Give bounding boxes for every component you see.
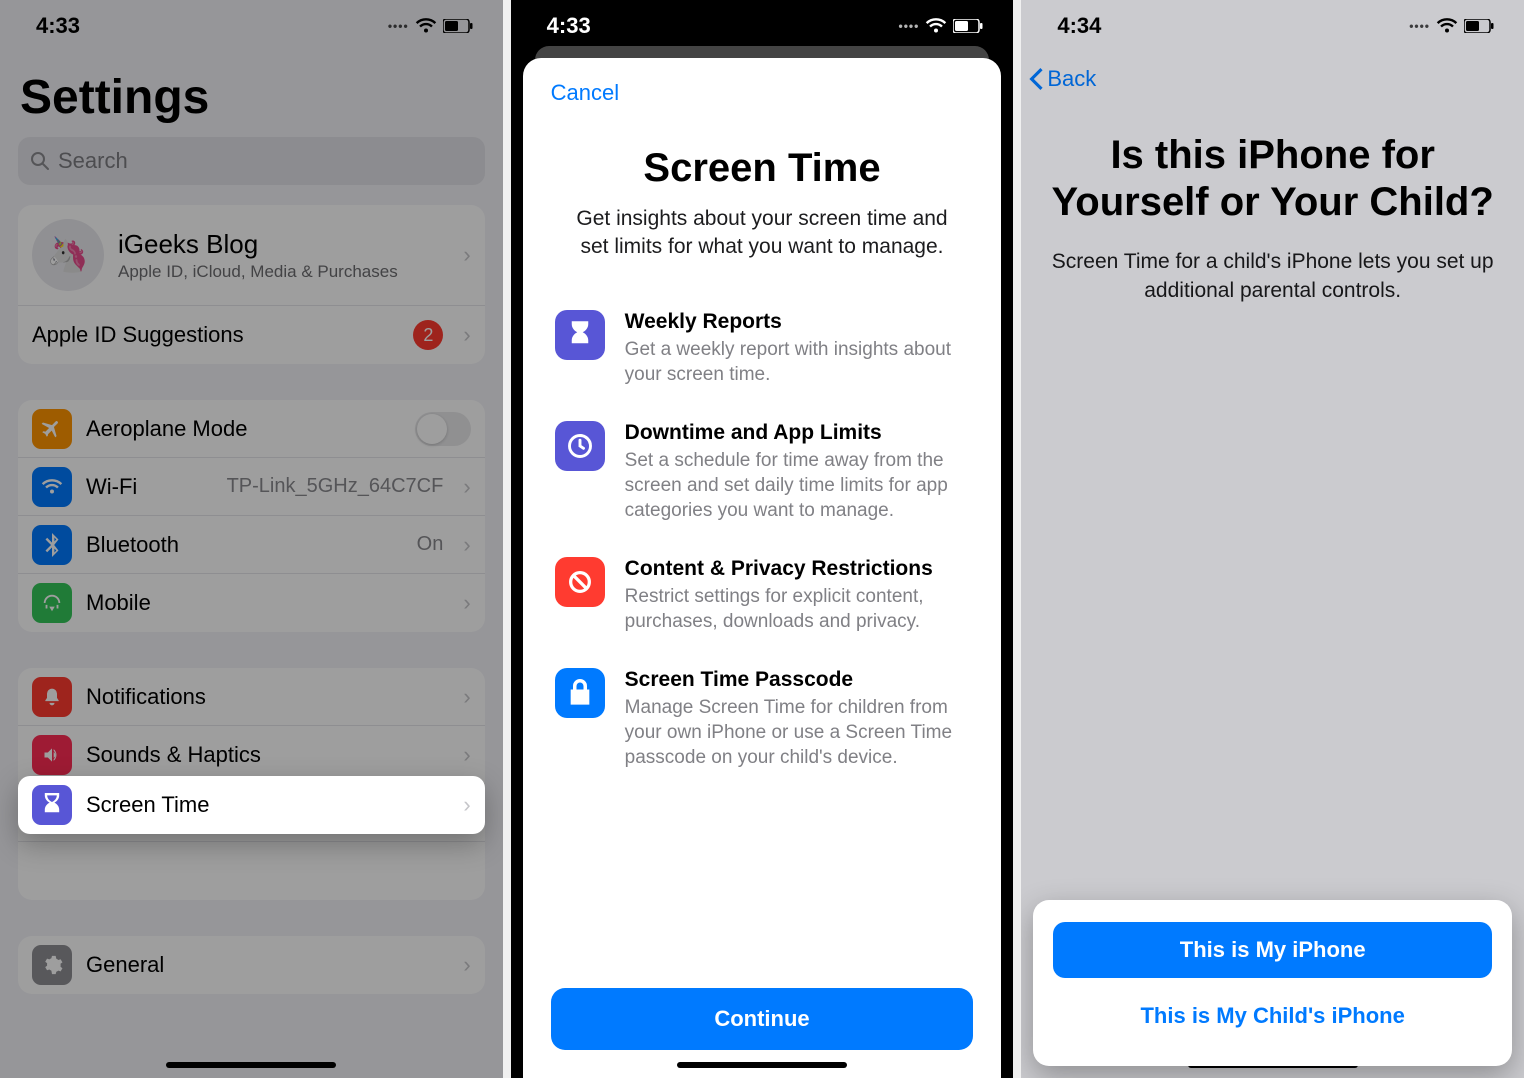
- screentime-intro-screen: 4:33 •••• Cancel Screen Time Get insight…: [511, 0, 1014, 1078]
- feature-content-privacy: Content & Privacy Restrictions Restrict …: [555, 557, 970, 634]
- status-time: 4:33: [547, 13, 591, 39]
- gear-icon: [32, 945, 72, 985]
- home-indicator[interactable]: [166, 1062, 336, 1068]
- wifi-row[interactable]: Wi-Fi TP-Link_5GHz_64C7CF ›: [18, 458, 485, 516]
- wifi-icon: [415, 18, 437, 34]
- battery-icon: [443, 19, 473, 33]
- bluetooth-row[interactable]: Bluetooth On ›: [18, 516, 485, 574]
- modal-sheet: Cancel Screen Time Get insights about yo…: [523, 58, 1002, 1078]
- avatar: 🦄: [32, 219, 104, 291]
- child-iphone-button[interactable]: This is My Child's iPhone: [1053, 988, 1492, 1044]
- chevron-right-icon: ›: [463, 742, 470, 768]
- cellular-icon: ••••: [899, 19, 920, 33]
- page-title: Settings: [0, 52, 503, 137]
- apple-id-suggestions-row[interactable]: Apple ID Suggestions 2 ›: [18, 306, 485, 364]
- lock-icon: [555, 668, 605, 718]
- wifi-icon: [32, 467, 72, 507]
- hourglass-icon: [32, 785, 72, 825]
- continue-button[interactable]: Continue: [551, 988, 974, 1050]
- status-time: 4:33: [36, 13, 80, 39]
- feature-passcode: Screen Time Passcode Manage Screen Time …: [555, 668, 970, 770]
- cancel-button[interactable]: Cancel: [551, 80, 619, 105]
- status-bar: 4:33 ••••: [511, 0, 1014, 52]
- mobile-row[interactable]: Mobile ›: [18, 574, 485, 632]
- notifications-row[interactable]: Notifications ›: [18, 668, 485, 726]
- speaker-icon: [32, 735, 72, 775]
- home-indicator[interactable]: [677, 1062, 847, 1068]
- chevron-right-icon: ›: [463, 590, 470, 616]
- sheet-subtitle: Get insights about your screen time and …: [563, 205, 962, 262]
- chevron-right-icon: ›: [463, 474, 470, 500]
- mobile-icon: [32, 583, 72, 623]
- chevron-right-icon: ›: [463, 242, 470, 268]
- prohibited-icon: [555, 557, 605, 607]
- bluetooth-icon: [32, 525, 72, 565]
- apple-id-sub: Apple ID, iCloud, Media & Purchases: [118, 262, 443, 282]
- clock-dial-icon: [555, 421, 605, 471]
- search-input[interactable]: Search: [18, 137, 485, 185]
- chevron-right-icon: ›: [463, 792, 470, 818]
- status-bar: 4:33 ••••: [0, 0, 503, 52]
- feature-weekly-reports: Weekly Reports Get a weekly report with …: [555, 310, 970, 387]
- chevron-right-icon: ›: [463, 322, 470, 348]
- settings-screen: 4:33 •••• Settings Search 🦄 iGeeks Blog …: [0, 0, 503, 1078]
- bell-icon: [32, 677, 72, 717]
- ownership-screen: 4:34 •••• Back Is this iPhone for Yourse…: [1021, 0, 1524, 1078]
- general-row[interactable]: General ›: [18, 936, 485, 994]
- chevron-right-icon: ›: [463, 684, 470, 710]
- battery-icon: [953, 19, 983, 33]
- apple-id-name: iGeeks Blog: [118, 229, 443, 260]
- search-icon: [30, 151, 50, 171]
- aeroplane-row[interactable]: Aeroplane Mode: [18, 400, 485, 458]
- aeroplane-toggle[interactable]: [415, 412, 471, 446]
- badge: 2: [413, 320, 443, 350]
- my-iphone-button[interactable]: This is My iPhone: [1053, 922, 1492, 978]
- wifi-icon: [925, 18, 947, 34]
- chevron-right-icon: ›: [463, 532, 470, 558]
- sheet-title: Screen Time: [551, 146, 974, 191]
- cellular-icon: ••••: [388, 19, 409, 33]
- chevron-right-icon: ›: [463, 952, 470, 978]
- feature-downtime: Downtime and App Limits Set a schedule f…: [555, 421, 970, 523]
- hourglass-icon: [555, 310, 605, 360]
- aeroplane-icon: [32, 409, 72, 449]
- apple-id-row[interactable]: 🦄 iGeeks Blog Apple ID, iCloud, Media & …: [18, 205, 485, 306]
- screentime-row-highlighted[interactable]: Screen Time ›: [18, 776, 485, 834]
- choice-card: This is My iPhone This is My Child's iPh…: [1033, 900, 1512, 1066]
